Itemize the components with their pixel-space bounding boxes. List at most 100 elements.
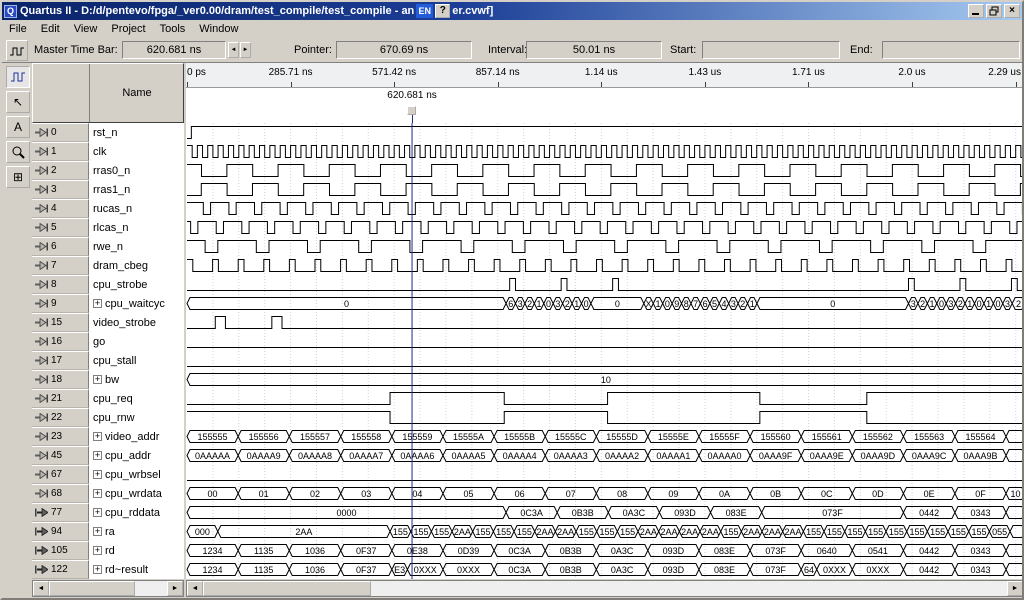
- signal-handle-cell[interactable]: 7: [32, 256, 89, 275]
- signal-name-cell[interactable]: cpu_strobe: [89, 275, 184, 294]
- signal-handle-cell[interactable]: 18: [32, 370, 89, 389]
- signal-name-cell[interactable]: clk: [89, 142, 184, 161]
- signal-row-dram_cbeg[interactable]: 7dram_cbeg: [32, 256, 184, 275]
- signal-handle-cell[interactable]: 105: [32, 541, 89, 560]
- end-field[interactable]: [882, 41, 1020, 59]
- scroll-left-icon[interactable]: ◄: [33, 581, 49, 596]
- signal-row-rwe_n[interactable]: 6rwe_n: [32, 237, 184, 256]
- signal-handle-cell[interactable]: 4: [32, 199, 89, 218]
- signal-handle-cell[interactable]: 5: [32, 218, 89, 237]
- expand-plus-icon[interactable]: +: [93, 546, 102, 555]
- text-tool-icon[interactable]: A: [6, 116, 30, 138]
- expand-plus-icon[interactable]: +: [93, 299, 102, 308]
- signal-name-cell[interactable]: cpu_rnw: [89, 408, 184, 427]
- signal-handle-cell[interactable]: 94: [32, 522, 89, 541]
- signal-row-cpu_wrbsel[interactable]: 67+cpu_wrbsel: [32, 465, 184, 484]
- signal-handle-cell[interactable]: 9: [32, 294, 89, 313]
- signal-name-cell[interactable]: video_strobe: [89, 313, 184, 332]
- menu-item-file[interactable]: File: [2, 21, 34, 37]
- restore-button[interactable]: [986, 4, 1002, 18]
- time-bar-spin-left[interactable]: ◄: [228, 42, 239, 58]
- signal-name-cell[interactable]: +cpu_wrdata: [89, 484, 184, 503]
- expand-plus-icon[interactable]: +: [93, 489, 102, 498]
- signal-handle-cell[interactable]: 0: [32, 123, 89, 142]
- grid-tool-icon[interactable]: ⊞: [6, 166, 30, 188]
- signal-row-clk[interactable]: 1clk: [32, 142, 184, 161]
- signal-name-cell[interactable]: dram_cbeg: [89, 256, 184, 275]
- close-button[interactable]: ×: [1004, 4, 1020, 18]
- start-field[interactable]: [702, 41, 840, 59]
- signal-handle-cell[interactable]: 8: [32, 275, 89, 294]
- menu-item-edit[interactable]: Edit: [34, 21, 67, 37]
- signal-row-rst_n[interactable]: 0rst_n: [32, 123, 184, 142]
- signal-handle-cell[interactable]: 3: [32, 180, 89, 199]
- expand-plus-icon[interactable]: +: [93, 527, 102, 536]
- signal-handle-cell[interactable]: 122: [32, 560, 89, 579]
- signal-name-cell[interactable]: rlcas_n: [89, 218, 184, 237]
- signal-name-cell[interactable]: go: [89, 332, 184, 351]
- signal-name-cell[interactable]: rst_n: [89, 123, 184, 142]
- signal-handle-cell[interactable]: 15: [32, 313, 89, 332]
- signal-handle-cell[interactable]: 16: [32, 332, 89, 351]
- signal-row-video_strobe[interactable]: 15video_strobe: [32, 313, 184, 332]
- signal-row-cpu_stall[interactable]: 17cpu_stall: [32, 351, 184, 370]
- expand-plus-icon[interactable]: +: [93, 432, 102, 441]
- signal-name-cell[interactable]: +cpu_wrbsel: [89, 465, 184, 484]
- scroll-right-icon[interactable]: ►: [167, 581, 183, 596]
- signal-name-cell[interactable]: +cpu_addr: [89, 446, 184, 465]
- signal-row-rd~result[interactable]: 122+rd~result: [32, 560, 184, 579]
- waveform-editor-icon[interactable]: [6, 66, 30, 88]
- time-bar-icon[interactable]: [6, 40, 28, 61]
- signal-name-cell[interactable]: +rd: [89, 541, 184, 560]
- signal-name-cell[interactable]: cpu_req: [89, 389, 184, 408]
- signal-name-cell[interactable]: rwe_n: [89, 237, 184, 256]
- language-bar-help-icon[interactable]: ?: [435, 4, 450, 18]
- language-indicator-badge[interactable]: EN: [416, 4, 433, 18]
- expand-plus-icon[interactable]: +: [93, 565, 102, 574]
- signal-row-rucas_n[interactable]: 4rucas_n: [32, 199, 184, 218]
- signal-row-rlcas_n[interactable]: 5rlcas_n: [32, 218, 184, 237]
- time-bar-spin-right[interactable]: ►: [240, 42, 251, 58]
- signal-name-cell[interactable]: rras0_n: [89, 161, 184, 180]
- signal-row-go[interactable]: 16go: [32, 332, 184, 351]
- signal-row-cpu_wrdata[interactable]: 68+cpu_wrdata: [32, 484, 184, 503]
- signal-row-cpu_addr[interactable]: 45+cpu_addr: [32, 446, 184, 465]
- selection-arrow-icon[interactable]: ↖: [6, 91, 30, 113]
- signal-handle-cell[interactable]: 17: [32, 351, 89, 370]
- expand-plus-icon[interactable]: +: [93, 451, 102, 460]
- menu-item-project[interactable]: Project: [104, 21, 152, 37]
- signal-name-cell[interactable]: +cpu_waitcyc: [89, 294, 184, 313]
- signal-handle-cell[interactable]: 21: [32, 389, 89, 408]
- signal-name-cell[interactable]: cpu_stall: [89, 351, 184, 370]
- signal-row-cpu_rnw[interactable]: 22cpu_rnw: [32, 408, 184, 427]
- scroll-right-icon[interactable]: ►: [1007, 581, 1023, 596]
- signal-name-cell[interactable]: rucas_n: [89, 199, 184, 218]
- master-time-marker-handle[interactable]: [407, 106, 416, 115]
- signal-name-cell[interactable]: +ra: [89, 522, 184, 541]
- menu-item-window[interactable]: Window: [192, 21, 245, 37]
- signal-name-cell[interactable]: +video_addr: [89, 427, 184, 446]
- signal-row-cpu_rddata[interactable]: 77+cpu_rddata: [32, 503, 184, 522]
- signal-row-video_addr[interactable]: 23+video_addr: [32, 427, 184, 446]
- signal-row-rd[interactable]: 105+rd: [32, 541, 184, 560]
- signal-handle-cell[interactable]: 6: [32, 237, 89, 256]
- expand-plus-icon[interactable]: +: [93, 470, 102, 479]
- signal-handle-cell[interactable]: 1: [32, 142, 89, 161]
- zoom-icon[interactable]: [6, 141, 30, 163]
- signal-handle-cell[interactable]: 68: [32, 484, 89, 503]
- signal-handle-cell[interactable]: 22: [32, 408, 89, 427]
- waveform-svg[interactable]: 06321032100X1098765432103210321010321015…: [186, 123, 1024, 579]
- waveform-canvas[interactable]: 06321032100X1098765432103210321010321015…: [186, 123, 1024, 579]
- minimize-button[interactable]: [968, 4, 984, 18]
- signal-name-cell[interactable]: rras1_n: [89, 180, 184, 199]
- signal-row-cpu_waitcyc[interactable]: 9+cpu_waitcyc: [32, 294, 184, 313]
- scroll-left-icon[interactable]: ◄: [187, 581, 203, 596]
- signal-name-cell[interactable]: +bw: [89, 370, 184, 389]
- signal-row-bw[interactable]: 18+bw: [32, 370, 184, 389]
- signal-name-cell[interactable]: +cpu_rddata: [89, 503, 184, 522]
- name-panel-scrollbar[interactable]: ◄ ►: [32, 580, 184, 597]
- signal-handle-cell[interactable]: 67: [32, 465, 89, 484]
- title-bar[interactable]: Q Quartus II - D:/d/pentevo/fpga/_ver0.0…: [2, 2, 1022, 20]
- signal-handle-cell[interactable]: 77: [32, 503, 89, 522]
- scrollbar-thumb[interactable]: [49, 581, 135, 596]
